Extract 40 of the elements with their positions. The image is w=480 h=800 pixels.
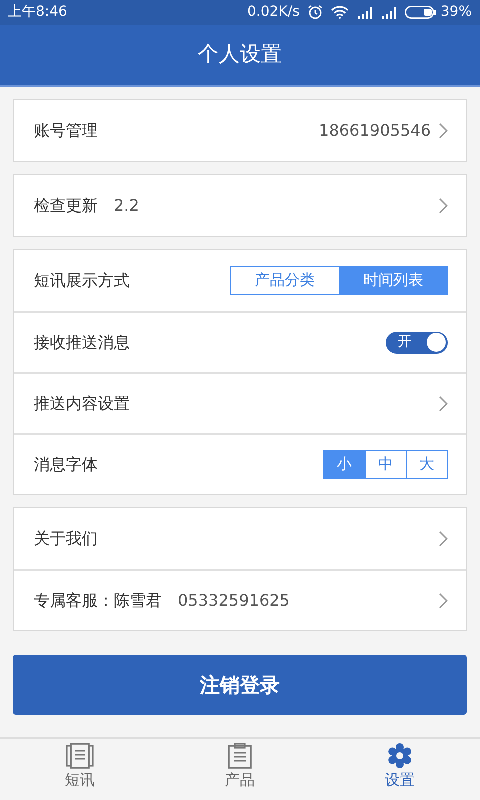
status-time: 上午8:46	[8, 3, 68, 22]
settings-row[interactable]: 账号管理 18661905546	[14, 100, 466, 161]
settings-row[interactable]: 推送内容设置	[14, 372, 466, 433]
tab-item[interactable]: 设置	[320, 739, 480, 800]
row-label: 接收推送消息	[34, 332, 130, 354]
row-label: 推送内容设置	[34, 392, 130, 414]
segment-option[interactable]: 小	[324, 451, 365, 478]
chevron-icon	[439, 396, 448, 412]
page-title: 个人设置	[198, 41, 282, 68]
row-label: 检查更新	[34, 194, 98, 216]
signal-icon	[356, 6, 373, 18]
battery-percent: 39%	[440, 3, 472, 22]
chevron-icon	[439, 122, 448, 138]
row-value: 18661905546	[319, 120, 431, 142]
clipboard-icon	[228, 743, 252, 769]
settings-row[interactable]: 检查更新 2.2	[14, 175, 466, 236]
row-label: 专属客服：陈雪君	[34, 590, 162, 612]
row-label: 消息字体	[34, 454, 98, 476]
battery-icon	[404, 6, 437, 19]
settings-icon	[387, 743, 413, 769]
document-icon	[66, 743, 94, 769]
toggle-switch[interactable]: 开	[386, 332, 448, 354]
row-label: 账号管理	[34, 120, 98, 142]
row-value: 2.2	[114, 194, 140, 216]
chevron-icon	[439, 530, 448, 546]
segment-option[interactable]: 时间列表	[339, 267, 447, 294]
tab-item[interactable]: 产品	[160, 739, 320, 800]
signal-icon	[380, 6, 397, 18]
settings-row[interactable]: 专属客服：陈雪君 05332591625	[14, 569, 466, 630]
logout-button[interactable]: 注销登录	[13, 655, 467, 715]
row-value: 05332591625	[178, 590, 290, 612]
network-speed: 0.02K/s	[248, 3, 300, 22]
wifi-icon	[330, 6, 349, 19]
alarm-icon	[308, 5, 323, 20]
row-label: 关于我们	[34, 528, 98, 550]
chevron-icon	[439, 198, 448, 214]
settings-row[interactable]: 关于我们	[14, 508, 466, 569]
tab-item[interactable]: 短讯	[0, 739, 160, 800]
row-label: 短讯展示方式	[34, 270, 130, 292]
chevron-icon	[439, 592, 448, 608]
